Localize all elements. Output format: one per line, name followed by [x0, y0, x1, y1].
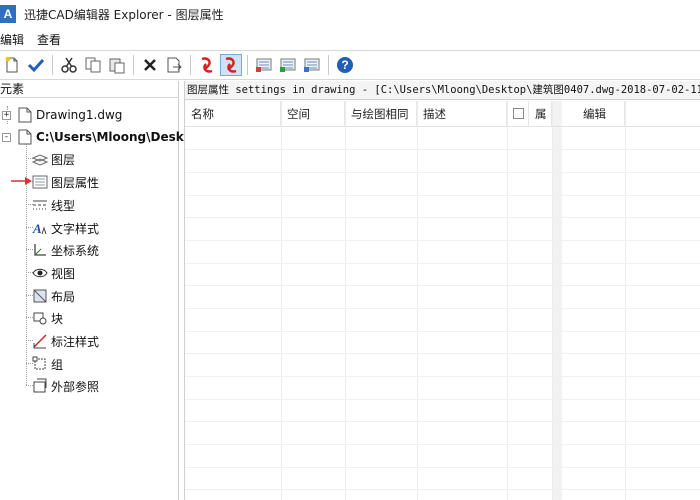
- toolbar-separator: [190, 55, 191, 75]
- pointer-arrow-icon: [11, 177, 32, 185]
- tree-item-text-style[interactable]: A 文字样式: [32, 218, 99, 238]
- check-icon: [27, 58, 45, 73]
- tree-item-drawing1[interactable]: + Drawing1.dwg: [2, 105, 122, 125]
- export-button[interactable]: [163, 54, 185, 76]
- menu-view[interactable]: 查看: [37, 31, 70, 48]
- layers-a-icon: [256, 58, 272, 72]
- link-button[interactable]: [220, 54, 242, 76]
- delete-icon: [144, 59, 156, 71]
- tree-item-block[interactable]: 块: [32, 308, 63, 328]
- tree-item-label: 线型: [51, 198, 76, 213]
- tree-item-label: 图层属性: [51, 175, 100, 190]
- text-style-icon: A: [32, 220, 48, 236]
- tree-item-layers[interactable]: 图层: [32, 149, 75, 169]
- menu-edit[interactable]: 编辑: [0, 31, 33, 48]
- copy-button[interactable]: [82, 54, 104, 76]
- select-all-checkbox[interactable]: [513, 108, 524, 119]
- help-icon: ?: [337, 57, 353, 73]
- tree-header: 元素: [0, 81, 178, 98]
- layers-a-button[interactable]: [253, 54, 275, 76]
- tree-item-coordinate-system[interactable]: 坐标系统: [32, 240, 99, 260]
- toolbar: ?: [0, 50, 700, 80]
- tree-item-label: 标注样式: [51, 334, 100, 349]
- svg-text:A: A: [32, 221, 42, 236]
- tree-item-label: 文字样式: [51, 221, 100, 236]
- layers-icon: [32, 151, 48, 167]
- column-description[interactable]: 描述: [417, 101, 507, 127]
- copy-icon: [85, 57, 101, 73]
- tree-item-label: 外部参照: [51, 379, 100, 394]
- grid-header: 名称 空间 与绘图相同 描述 属 编辑: [185, 101, 700, 127]
- toolbar-separator: [328, 55, 329, 75]
- delete-button[interactable]: [139, 54, 161, 76]
- export-icon: [167, 57, 182, 73]
- group-icon: [32, 356, 48, 372]
- column-same-as-drawing[interactable]: 与绘图相同: [345, 101, 417, 127]
- new-icon: [5, 56, 18, 73]
- app-logo-icon: A: [0, 5, 16, 23]
- column-edit[interactable]: 编辑: [575, 101, 625, 127]
- layers-c-icon: [304, 58, 320, 72]
- help-button[interactable]: ?: [334, 54, 356, 76]
- tree-item-layout[interactable]: 布局: [32, 286, 75, 306]
- cut-icon: [61, 57, 77, 73]
- toolbar-separator: [133, 55, 134, 75]
- layers-b-icon: [280, 58, 296, 72]
- expand-icon[interactable]: +: [2, 110, 11, 120]
- tree-item-dimension-style[interactable]: 标注样式: [32, 331, 99, 351]
- layout-icon: [32, 288, 48, 304]
- title-bar: A 迅捷CAD编辑器 Explorer - 图层属性: [0, 0, 700, 28]
- paste-button[interactable]: [106, 54, 128, 76]
- apply-button[interactable]: [25, 54, 47, 76]
- tree-item-label: 图层: [51, 152, 76, 167]
- layer-properties-icon: [32, 174, 48, 190]
- explorer-tree-panel: 元素 + Drawing1.dwg - C:\Users\Mloong\Desk…: [0, 81, 211, 500]
- document-icon: [17, 107, 33, 123]
- toolbar-separator: [52, 55, 53, 75]
- coordinate-system-icon: [32, 242, 48, 258]
- new-button[interactable]: [1, 54, 23, 76]
- tree-item-label: 布局: [51, 289, 76, 304]
- redo-red-icon: [225, 57, 237, 73]
- window-title: 迅捷CAD编辑器 Explorer - 图层属性: [24, 7, 224, 22]
- layers-c-button[interactable]: [301, 54, 323, 76]
- tree-item-label: 视图: [51, 266, 76, 281]
- column-name[interactable]: 名称: [185, 101, 281, 127]
- tree-item-group[interactable]: 组: [32, 354, 63, 374]
- toolbar-separator: [247, 55, 248, 75]
- drawing-path-bar: 图层属性 settings in drawing - [C:\Users\Mlo…: [185, 81, 700, 100]
- tree-item-view[interactable]: 视图: [32, 263, 75, 283]
- dimension-style-icon: [32, 333, 48, 349]
- linetype-icon: [32, 197, 48, 213]
- tree-item-label: 坐标系统: [51, 243, 100, 258]
- undo-red-icon: [201, 57, 213, 73]
- view-eye-icon: [32, 265, 48, 281]
- document-icon: [17, 129, 33, 145]
- cut-button[interactable]: [58, 54, 80, 76]
- tree-item-linetype[interactable]: 线型: [32, 195, 75, 215]
- block-icon: [32, 310, 48, 326]
- unlink-button[interactable]: [196, 54, 218, 76]
- collapse-icon[interactable]: -: [2, 132, 11, 142]
- xref-icon: [32, 378, 48, 394]
- properties-panel: 图层属性 settings in drawing - [C:\Users\Mlo…: [184, 81, 700, 500]
- grid-column-shade: [552, 101, 562, 500]
- tree-item-label: 组: [51, 357, 64, 372]
- tree-item-xref[interactable]: 外部参照: [32, 376, 99, 396]
- tree-item-label: 块: [51, 311, 64, 326]
- svg-text:?: ?: [341, 58, 348, 72]
- column-space[interactable]: 空间: [281, 101, 345, 127]
- layers-b-button[interactable]: [277, 54, 299, 76]
- tree-item-layer-properties[interactable]: 图层属性: [32, 172, 99, 192]
- menu-bar: 编辑 查看: [0, 28, 700, 50]
- tree-item-current-drawing[interactable]: - C:\Users\Mloong\Desktop\: [2, 127, 211, 147]
- properties-grid: 名称 空间 与绘图相同 描述 属 编辑: [185, 101, 700, 500]
- column-properties[interactable]: 属: [529, 101, 552, 127]
- tree-item-label: Drawing1.dwg: [36, 108, 123, 122]
- paste-icon: [109, 58, 125, 74]
